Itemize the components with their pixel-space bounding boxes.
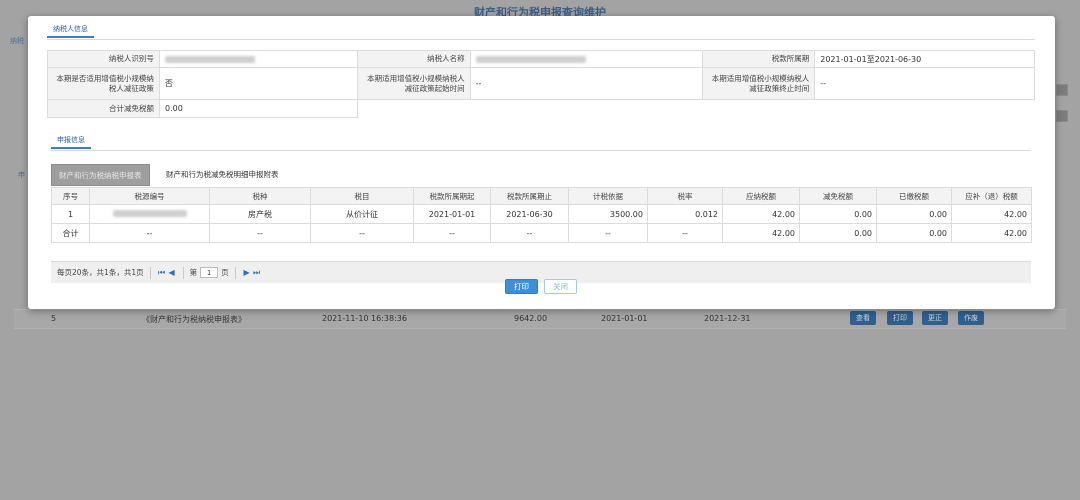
cell-total-label: 合计 (51, 223, 90, 243)
pager-divider (182, 266, 184, 279)
taxpayer-id-value (159, 50, 358, 68)
col-header: 税率 (647, 187, 723, 205)
cell-period-end: 2021-06-30 (490, 204, 569, 224)
side-icon-button[interactable] (1056, 84, 1068, 96)
row-period-start: 2021-01-01 (601, 314, 648, 323)
next-page-icon[interactable]: ▶ (242, 268, 252, 277)
taxpayer-name-value (470, 50, 704, 68)
taxpayer-name-label: 纳税人名称 (357, 50, 471, 68)
background-tab-fragment: 纳税 (10, 37, 24, 45)
subtab-declaration-form[interactable]: 财产和行为税纳税申报表 (51, 164, 150, 186)
col-header: 应补（退）税额 (951, 187, 1032, 205)
pagination-bar: 每页20条，共1条，共1页 ⏮ ◀ 第 1 页 ▶ ⏭ (51, 261, 1031, 283)
small-scale-label: 本期是否适用增值税小规模纳税人减征政策 (48, 68, 160, 100)
col-header: 税种 (209, 187, 311, 205)
pager-divider (149, 266, 151, 279)
page-suffix: 页 (221, 268, 229, 277)
page-number-input[interactable]: 1 (200, 267, 219, 278)
row-view-button[interactable]: 查看 (850, 311, 876, 325)
first-page-icon[interactable]: ⏮ (157, 268, 167, 278)
taxpayer-info-grid: 纳税人识别号 纳税人名称 税款所属期 2021-01-01至2021-06-30… (47, 50, 1035, 118)
row-void-button[interactable]: 作废 (958, 311, 984, 325)
col-header: 减免税额 (799, 187, 877, 205)
cell-tax-item: -- (310, 223, 414, 243)
table-header-row: 序号 税源编号 税种 税目 税款所属期起 税款所属期止 计税依据 税率 应纳税额… (51, 187, 1032, 205)
policy-start-label: 本期适用增值税小规模纳税人减征政策起始时间 (357, 68, 471, 100)
col-header: 已缴税额 (876, 187, 952, 205)
cell-tax-item: 从价计征 (310, 204, 414, 224)
policy-end-value: -- (815, 68, 1035, 100)
row-amount: 9642.00 (514, 314, 548, 323)
tax-period-value: 2021-01-01至2021-06-30 (815, 50, 1035, 68)
sub-tab-bar: 财产和行为税纳税申报表 财产和行为税减免税明细申报附表 (51, 164, 1031, 186)
cell-index: 1 (51, 204, 90, 224)
last-page-icon[interactable]: ⏭ (252, 268, 262, 278)
page-prefix: 第 (189, 268, 198, 277)
close-button[interactable]: 关闭 (544, 279, 577, 294)
cell-tax-due: 42.00 (951, 204, 1032, 224)
print-button[interactable]: 打印 (505, 279, 538, 294)
table-row[interactable]: 1 房产税 从价计征 2021-01-01 2021-06-30 3500.00… (51, 204, 1032, 224)
cell-source-id: -- (89, 223, 210, 243)
tab-declaration-info[interactable]: 申报信息 (51, 132, 91, 149)
total-relief-label: 合计减免税额 (48, 100, 160, 118)
cell-tax-paid: 0.00 (876, 223, 952, 243)
col-header: 税款所属期起 (413, 187, 491, 205)
redacted-block (475, 55, 586, 63)
section-divider (47, 39, 1035, 40)
cell-tax-type: 房产税 (209, 204, 311, 224)
small-scale-value: 否 (159, 68, 358, 100)
col-header: 应纳税额 (722, 187, 800, 205)
col-header: 税目 (310, 187, 414, 205)
subtab-relief-schedule[interactable]: 财产和行为税减免税明细申报附表 (159, 164, 286, 186)
cell-tax-rate: 0.012 (647, 204, 723, 224)
row-index: 5 (51, 314, 57, 323)
cell-tax-paid: 0.00 (876, 204, 952, 224)
cell-tax-due: 42.00 (951, 223, 1032, 243)
cell-tax-type: -- (209, 223, 311, 243)
declaration-detail-modal: 纳税人信息 纳税人识别号 纳税人名称 税款所属期 2021-01-01至2021… (28, 16, 1055, 309)
cell-period-start: 2021-01-01 (413, 204, 491, 224)
row-period-end: 2021-12-31 (704, 314, 751, 323)
cell-period-end: -- (490, 223, 569, 243)
cell-tax-payable: 42.00 (722, 204, 800, 224)
section-divider-2 (51, 150, 1031, 151)
cell-tax-relief: 0.00 (799, 223, 877, 243)
row-form-name: 《财产和行为税纳税申报表》 (142, 315, 246, 324)
col-header: 计税依据 (568, 187, 648, 205)
row-print-button[interactable]: 打印 (887, 311, 913, 325)
row-datetime: 2021-11-10 16:38:36 (322, 314, 407, 323)
col-header: 税款所属期止 (490, 187, 569, 205)
cell-source-id (89, 204, 210, 224)
cell-period-start: -- (413, 223, 491, 243)
row-correct-button[interactable]: 更正 (922, 311, 948, 325)
cell-tax-basis: -- (568, 223, 648, 243)
redacted-block (112, 209, 187, 217)
prev-page-icon[interactable]: ◀ (167, 268, 177, 277)
pagination-summary: 每页20条，共1条，共1页 (57, 268, 144, 277)
table-total-row: 合计 -- -- -- -- -- -- -- 42.00 0.00 0.00 … (51, 223, 1032, 243)
side-icon-button-2[interactable] (1056, 110, 1068, 122)
tab-taxpayer-info[interactable]: 纳税人信息 (47, 21, 94, 38)
cell-tax-relief: 0.00 (799, 204, 877, 224)
cell-tax-rate: -- (647, 223, 723, 243)
policy-end-label: 本期适用增值税小规模纳税人减征政策终止时间 (703, 68, 816, 100)
cell-tax-payable: 42.00 (722, 223, 800, 243)
pager-divider (234, 266, 236, 279)
taxpayer-id-label: 纳税人识别号 (48, 50, 160, 68)
declaration-table: 序号 税源编号 税种 税目 税款所属期起 税款所属期止 计税依据 税率 应纳税额… (51, 187, 1032, 243)
col-header: 税源编号 (89, 187, 210, 205)
col-header: 序号 (51, 187, 90, 205)
policy-start-value: -- (470, 68, 704, 100)
total-relief-value: 0.00 (160, 100, 358, 118)
tax-period-label: 税款所属期 (703, 50, 816, 68)
background-tab-fragment-2: 申 (18, 171, 25, 179)
redacted-block (164, 55, 255, 63)
cell-tax-basis: 3500.00 (568, 204, 648, 224)
